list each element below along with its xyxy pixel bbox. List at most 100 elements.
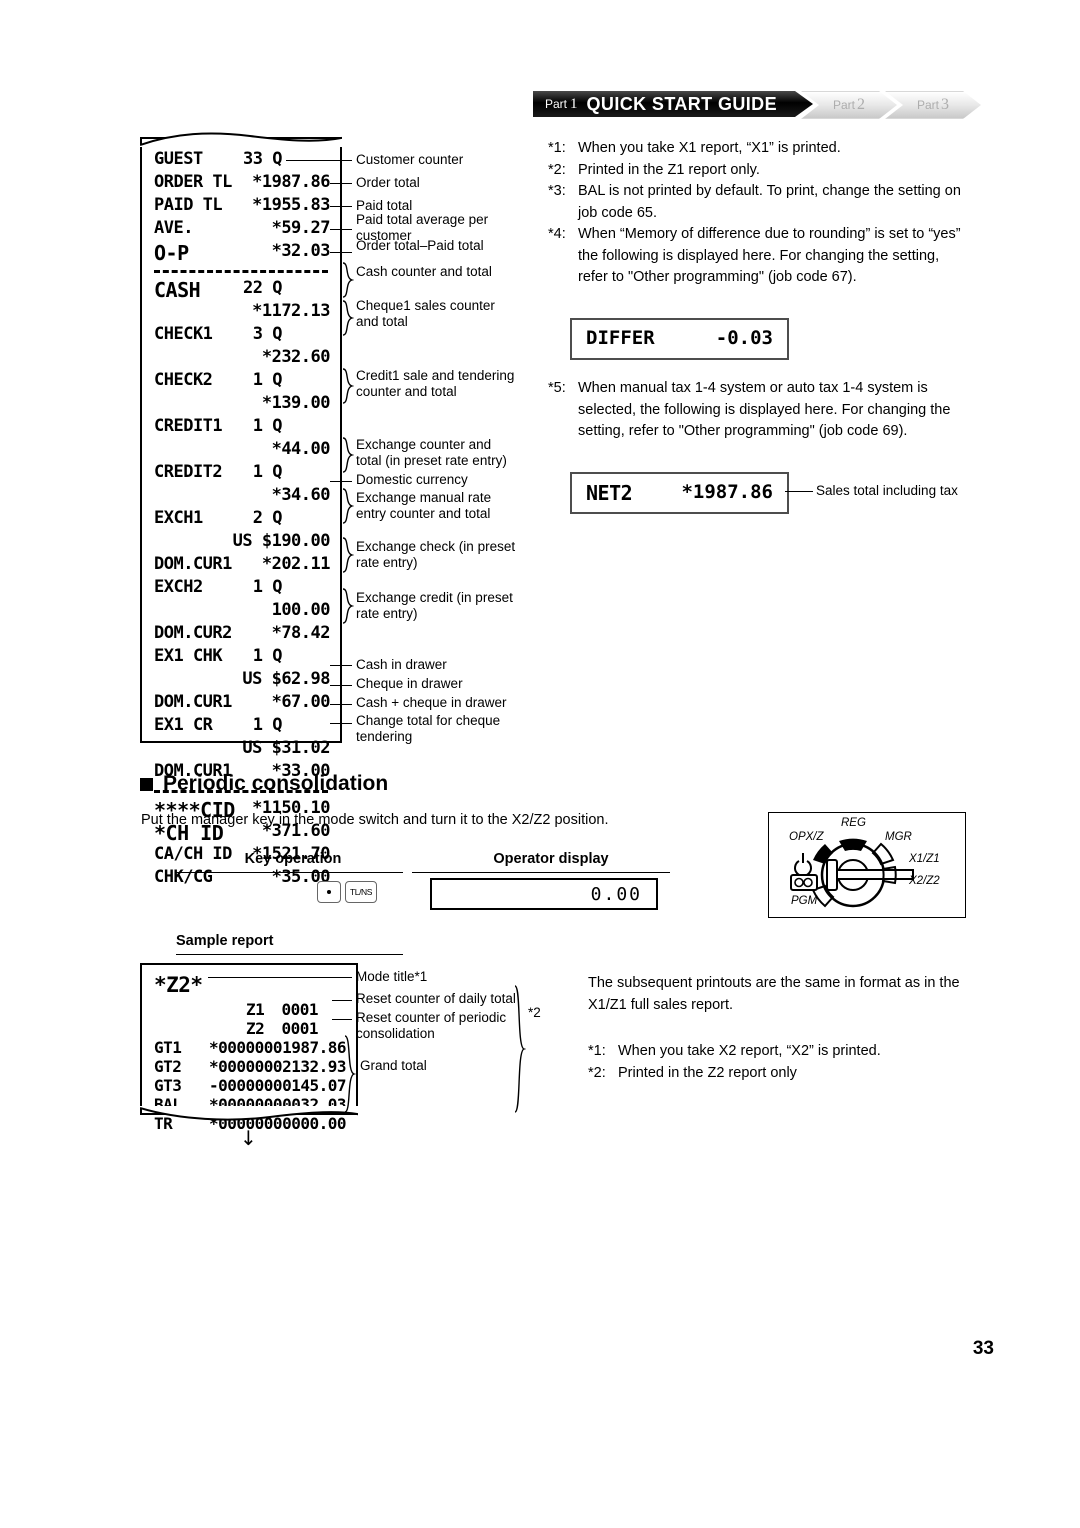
note-marker: *3:: [548, 183, 566, 199]
note-marker: *4:: [548, 226, 566, 242]
mode-label-mgr[interactable]: MGR: [885, 831, 912, 843]
receipt-line-value: *34.60: [271, 485, 331, 505]
callout-order-total: Order total: [356, 175, 420, 190]
receipt-line: CREDIT2 1 Q: [142, 462, 340, 485]
note-marker: *5:: [548, 380, 566, 396]
receipt-line-label: EX1 CHK: [154, 646, 223, 666]
receipt-line-value: -00000000145.07: [209, 1076, 347, 1095]
tab-part-3-number: 3: [941, 96, 949, 113]
decimal-point-key[interactable]: [317, 881, 341, 903]
tab-part-3[interactable]: Part 3: [885, 91, 981, 119]
receipt-line-value: *67.00: [271, 692, 331, 712]
receipt-line: CASH 22 Q: [142, 278, 340, 302]
receipt-line: AVE. *59.27: [142, 218, 340, 241]
receipt-line-value: US $62.98: [242, 669, 330, 689]
tab-part-2-number: 2: [857, 96, 865, 113]
brace-exchange-credit: [340, 588, 354, 624]
callout-credit1: Credit1 sale and tendering counter and t…: [356, 368, 515, 399]
leader-line-paid-total: [330, 206, 352, 207]
net2-value: *1987.86: [681, 481, 773, 503]
receipt-line-value: *232.60: [261, 347, 331, 367]
tl-ns-key[interactable]: TL/NS: [345, 881, 377, 903]
receipt-line-label: Z2: [246, 1019, 265, 1038]
callout-cash-in-drawer: Cash in drawer: [356, 657, 447, 672]
part-navigation-banner: Part 1 QUICK START GUIDE Part 2 Part 3: [533, 91, 981, 119]
receipt-line-value: *78.42: [271, 623, 331, 643]
differ-value: -0.03: [715, 327, 773, 349]
receipt-line-label: CHK/CG: [154, 867, 213, 887]
receipt-line-value: *44.00: [271, 439, 331, 459]
tab-part-1-number: 1: [570, 95, 578, 112]
receipt-line-value: *202.11: [261, 554, 331, 574]
receipt-line-value: 0001: [281, 1000, 318, 1019]
receipt-line-value: 1 Q: [252, 577, 283, 597]
mode-label-pgm[interactable]: PGM: [791, 895, 817, 907]
receipt-line-label: Z1: [246, 1000, 265, 1019]
leader-line-paid-average: [330, 229, 352, 230]
mode-label-x2z2[interactable]: X2/Z2: [909, 875, 940, 887]
net2-label: NET2: [586, 481, 633, 505]
brace-cheque1: [340, 300, 354, 336]
section-subtext: Put the manager key in the mode switch a…: [141, 812, 609, 828]
receipt-line: CHECK2 1 Q: [142, 370, 340, 393]
mode-label-opxz[interactable]: OPX/Z: [789, 831, 824, 843]
receipt-line-label: GUEST: [154, 149, 203, 169]
section-heading-text: Periodic consolidation: [163, 772, 389, 795]
note-text: When you take X2 report, “X2” is printed…: [618, 1043, 881, 1059]
receipt-line: GT1 *00000001987.86: [142, 1038, 356, 1057]
dot-icon: [327, 890, 331, 894]
note-text: Printed in the Z1 report only.: [578, 161, 760, 178]
receipt-line-value: *00000001987.86: [209, 1038, 347, 1057]
note-marker: *1:: [548, 140, 566, 156]
receipt-line: DOM.CUR1 *202.11: [142, 554, 340, 577]
operator-display-value: 0.00: [430, 878, 658, 910]
key-operation-header: Key operation: [244, 851, 342, 867]
receipt-line: DOM.CUR2 *78.42: [142, 623, 340, 646]
mode-label-x1z1[interactable]: X1/Z1: [909, 853, 940, 865]
notes-list-bottom: *1: When you take X2 report, “X2” is pri…: [588, 1040, 968, 1084]
note-text: When you take X1 report, “X1” is printed…: [578, 140, 841, 156]
receipt-line: PAID TL *1955.83: [142, 195, 340, 218]
receipt-line: US $62.98: [142, 669, 340, 692]
receipt-line-value: 33 Q: [243, 149, 282, 169]
tab-part-2[interactable]: Part 2: [801, 91, 897, 119]
receipt-line: *139.00: [142, 393, 340, 416]
mode-switch-diagram: REG OPX/Z MGR X1/Z1 X2/Z2 PGM: [768, 812, 966, 918]
brace-cash: [340, 262, 354, 298]
receipt-line-label: DOM.CUR1: [154, 692, 232, 712]
receipt-line: ORDER TL *1987.86: [142, 172, 340, 195]
receipt-line: CHECK1 3 Q: [142, 324, 340, 347]
note-text: BAL is not printed by default. To print,…: [578, 183, 961, 221]
note-marker: *2:: [548, 161, 566, 178]
leader-line-cash-in-drawer: [330, 665, 352, 666]
callout-cash: Cash counter and total: [356, 264, 492, 279]
tab-part-1[interactable]: Part 1 QUICK START GUIDE: [533, 91, 813, 117]
receipt-line: *44.00: [142, 439, 340, 462]
callout-order-minus-paid: Order total–Paid total: [356, 238, 484, 253]
callout-exchange: Exchange counter and total (in preset ra…: [356, 437, 507, 468]
sample-report-header: Sample report: [176, 933, 274, 949]
receipt-line-label: CASH: [154, 278, 201, 302]
receipt-line: *1172.13: [142, 301, 340, 324]
note-text: When manual tax 1-4 system or auto tax 1…: [578, 380, 951, 439]
leader-line-change-total: [330, 723, 352, 724]
receipt-line-value: *139.00: [261, 393, 331, 413]
receipt-line: CHK/CG *35.00: [142, 867, 340, 890]
receipt-line: DOM.CUR1 *67.00: [142, 692, 340, 715]
note-text: When “Memory of difference due to roundi…: [578, 226, 961, 285]
mode-label-reg[interactable]: REG: [841, 817, 866, 829]
z2-mode-title: *Z2*: [154, 973, 203, 997]
leader-line-order-total: [330, 183, 352, 184]
tab-part-1-title: QUICK START GUIDE: [586, 93, 777, 114]
receipt-line-value: 1 Q: [252, 715, 283, 735]
brace-exchange: [340, 437, 354, 473]
receipt-line-label: O-P: [154, 241, 189, 265]
receipt-line-label: CHECK1: [154, 324, 213, 344]
receipt-line: EX1 CHK 1 Q: [142, 646, 340, 669]
note-item: *3: BAL is not printed by default. To pr…: [548, 181, 968, 224]
receipt-line: EXCH2 1 Q: [142, 577, 340, 600]
note-marker: *2:: [588, 1065, 606, 1081]
leader-line-cheque-in-drawer: [330, 685, 352, 686]
receipt-line-value: *59.27: [271, 218, 331, 238]
z2-bottom-torn-edge: [140, 1106, 358, 1122]
